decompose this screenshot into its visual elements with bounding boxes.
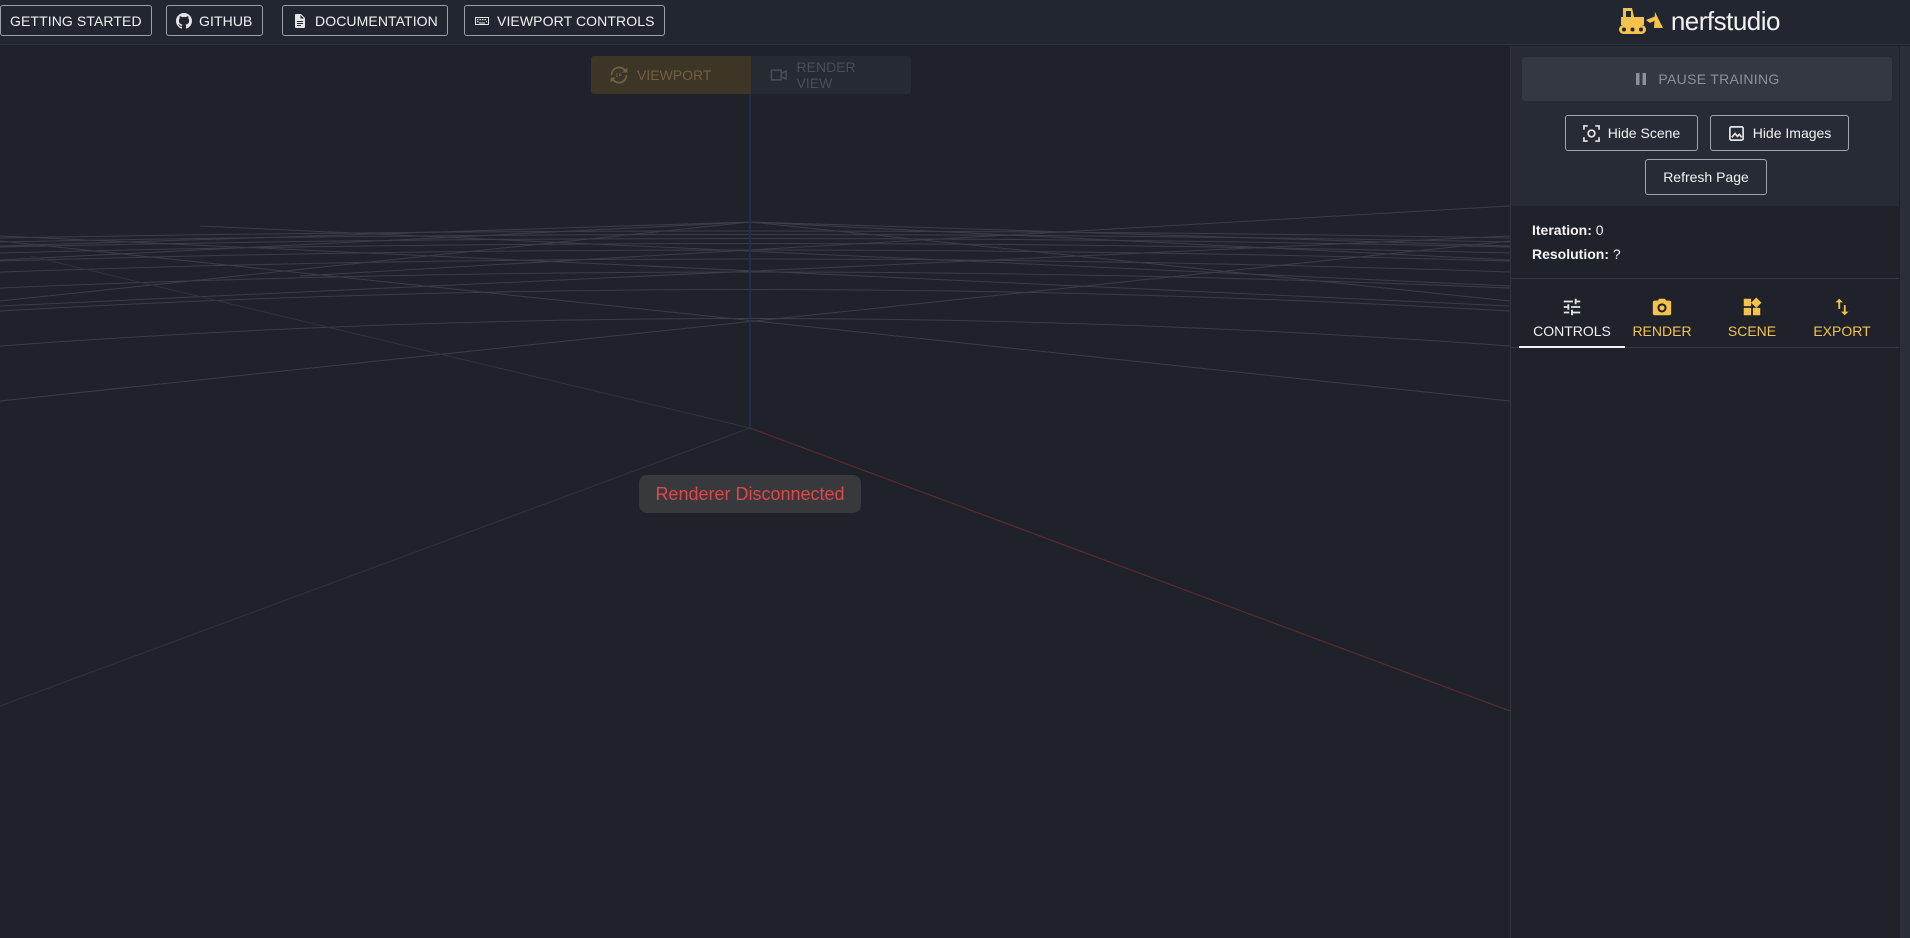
3d-rotation-icon xyxy=(610,66,628,84)
tab-scene[interactable]: SCENE xyxy=(1707,286,1797,348)
viewport-controls-button[interactable]: VIEWPORT CONTROLS xyxy=(464,5,665,36)
viewport-controls-label: VIEWPORT CONTROLS xyxy=(497,12,655,29)
hide-images-label: Hide Images xyxy=(1752,125,1832,141)
hide-images-button[interactable]: Hide Images xyxy=(1710,115,1849,151)
github-icon xyxy=(176,12,192,29)
panel-header: PAUSE TRAINING Hide Scene Hide Images Re… xyxy=(1511,46,1899,206)
iteration-row: Iteration: 0 xyxy=(1532,218,1621,242)
tab-export-label: EXPORT xyxy=(1813,322,1871,339)
iteration-label: Iteration: xyxy=(1532,222,1592,238)
github-button[interactable]: GITHUB xyxy=(166,5,263,36)
hide-scene-button[interactable]: Hide Scene xyxy=(1565,115,1698,151)
pause-training-button[interactable]: PAUSE TRAINING xyxy=(1522,57,1892,101)
scene-view-icon xyxy=(1582,124,1600,142)
control-panel: PAUSE TRAINING Hide Scene Hide Images Re… xyxy=(1510,46,1900,938)
document-icon xyxy=(295,13,305,28)
viewport-tab-label: VIEWPORT xyxy=(637,67,712,83)
pause-icon xyxy=(1636,73,1647,85)
renderer-status-text: Renderer Disconnected xyxy=(655,483,845,504)
documentation-button[interactable]: DOCUMENTATION xyxy=(282,5,448,36)
image-icon xyxy=(1728,125,1744,141)
render-view-tab-button[interactable]: RENDER VIEW xyxy=(751,56,911,94)
getting-started-label: GETTING STARTED xyxy=(10,12,142,29)
resolution-value: ? xyxy=(1612,246,1621,262)
getting-started-button[interactable]: GETTING STARTED xyxy=(0,5,152,36)
tab-controls[interactable]: CONTROLS xyxy=(1527,286,1617,348)
widgets-icon xyxy=(1743,297,1762,315)
bulldozer-icon xyxy=(1618,8,1663,34)
tab-render[interactable]: RENDER xyxy=(1617,286,1707,348)
view-mode-toggle: VIEWPORT RENDER VIEW xyxy=(591,56,911,94)
swap-vert-icon xyxy=(1835,298,1849,315)
camera-icon xyxy=(1652,298,1672,315)
panel-scrollbar[interactable] xyxy=(1900,46,1910,938)
viewport-tab-button[interactable]: VIEWPORT xyxy=(591,56,751,94)
tab-controls-label: CONTROLS xyxy=(1533,322,1611,339)
stats-divider xyxy=(1511,278,1899,279)
resolution-label: Resolution: xyxy=(1532,246,1609,262)
refresh-page-button[interactable]: Refresh Page xyxy=(1645,159,1767,195)
render-view-tab-label: RENDER VIEW xyxy=(796,59,856,91)
3d-viewport[interactable]: VIEWPORT RENDER VIEW Renderer Disconnect… xyxy=(0,46,1510,938)
sliders-icon xyxy=(1563,298,1581,315)
tab-scene-label: SCENE xyxy=(1727,322,1777,339)
documentation-label: DOCUMENTATION xyxy=(315,12,438,29)
keyboard-icon xyxy=(475,16,489,25)
refresh-page-label: Refresh Page xyxy=(1663,169,1749,185)
iteration-value: 0 xyxy=(1595,222,1604,238)
pause-training-label: PAUSE TRAINING xyxy=(1658,71,1780,87)
github-label: GITHUB xyxy=(199,12,253,29)
logo-text: nerfstudio xyxy=(1670,5,1781,36)
active-tab-indicator xyxy=(1519,346,1625,348)
tab-export[interactable]: EXPORT xyxy=(1797,286,1887,348)
top-bar: GETTING STARTED GITHUB DOCUMENTATION VIE… xyxy=(0,0,1910,45)
tab-render-label: RENDER xyxy=(1632,322,1692,339)
renderer-status-badge: Renderer Disconnected xyxy=(639,475,861,513)
nerfstudio-logo[interactable]: nerfstudio xyxy=(1617,3,1781,39)
hide-scene-label: Hide Scene xyxy=(1607,125,1681,141)
resolution-row: Resolution: ? xyxy=(1532,242,1621,266)
panel-tabs: CONTROLS RENDER SCENE EXPORT xyxy=(1511,286,1899,348)
video-camera-icon xyxy=(770,69,787,81)
training-stats: Iteration: 0 Resolution: ? xyxy=(1532,218,1621,266)
